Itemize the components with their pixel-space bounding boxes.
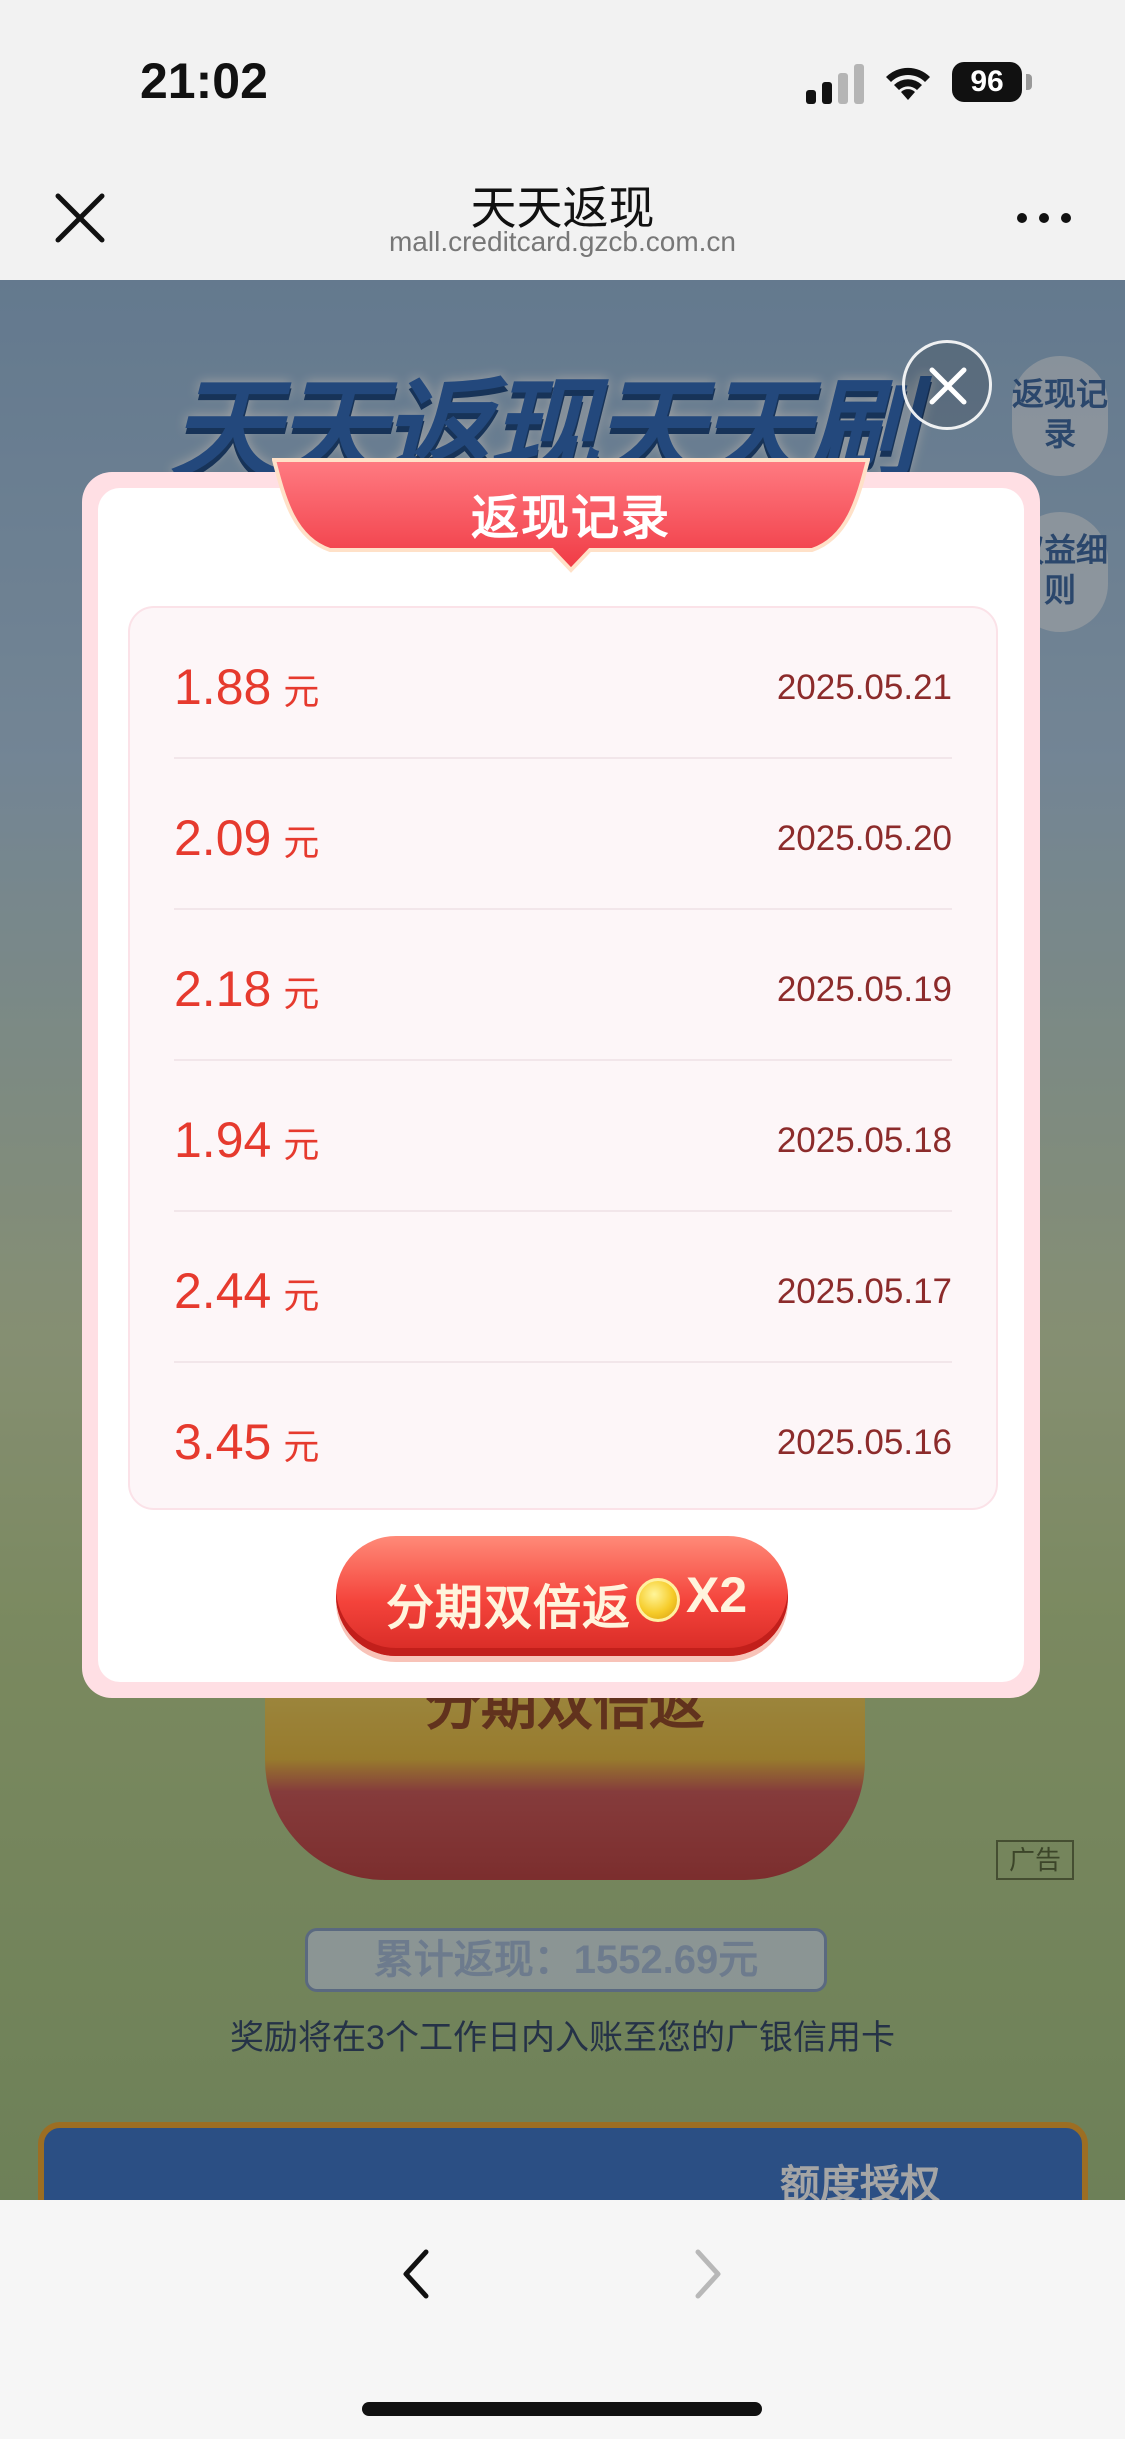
amount-unit: 元 bbox=[283, 671, 320, 712]
battery-tip bbox=[1026, 74, 1032, 90]
home-indicator[interactable] bbox=[362, 2402, 762, 2416]
installment-double-cashback-button[interactable]: 分期双倍返 X2 bbox=[336, 1536, 788, 1656]
amount-value: 2.18 bbox=[174, 961, 272, 1017]
amount-unit: 元 bbox=[283, 1124, 320, 1165]
amount-value: 3.45 bbox=[174, 1414, 272, 1470]
status-time: 21:02 bbox=[140, 53, 268, 109]
amount-value: 2.09 bbox=[174, 810, 272, 866]
modal-title: 返现记录 bbox=[470, 492, 671, 545]
back-arrow-icon[interactable] bbox=[396, 2244, 436, 2304]
cta-multiplier: X2 bbox=[686, 1567, 748, 1623]
amount-unit: 元 bbox=[283, 1275, 320, 1316]
wifi-icon bbox=[886, 67, 930, 100]
record-amount: 2.44 元 bbox=[174, 1262, 319, 1320]
record-row: 1.94 元 2025.05.18 bbox=[174, 1061, 952, 1212]
modal-header-ribbon: 返现记录 bbox=[272, 458, 870, 578]
record-amount: 3.45 元 bbox=[174, 1413, 319, 1471]
record-row: 2.44 元 2025.05.17 bbox=[174, 1212, 952, 1363]
browser-nav-bar: 天天返现 mall.creditcard.gzcb.com.cn bbox=[0, 160, 1125, 280]
amount-unit: 元 bbox=[283, 973, 320, 1014]
record-row: 1.88 元 2025.05.21 bbox=[174, 608, 952, 759]
modal-close-button[interactable] bbox=[902, 340, 992, 430]
close-icon bbox=[929, 367, 967, 405]
cashback-record-list[interactable]: 1.88 元 2025.05.21 2.09 元 2025.05.20 2.18 元 … bbox=[128, 606, 998, 1510]
amount-value: 1.94 bbox=[174, 1112, 272, 1168]
record-amount: 1.88 元 bbox=[174, 658, 319, 716]
more-icon[interactable] bbox=[1016, 208, 1072, 228]
page-url: mall.creditcard.gzcb.com.cn bbox=[388, 226, 736, 257]
signal-icon bbox=[806, 64, 864, 104]
amount-unit: 元 bbox=[283, 822, 320, 863]
browser-toolbar bbox=[0, 2200, 1125, 2439]
record-amount: 2.09 元 bbox=[174, 809, 319, 867]
amount-value: 2.44 bbox=[174, 1263, 272, 1319]
record-amount: 1.94 元 bbox=[174, 1111, 319, 1169]
record-row: 2.18 元 2025.05.19 bbox=[174, 910, 952, 1061]
status-bar: 21:02 96 bbox=[0, 0, 1125, 160]
record-date: 2025.05.20 bbox=[776, 819, 952, 858]
record-row: 3.45 元 2025.05.16 bbox=[174, 1363, 952, 1514]
record-date: 2025.05.21 bbox=[776, 668, 952, 707]
coin-icon bbox=[636, 1578, 680, 1622]
record-date: 2025.05.18 bbox=[776, 1121, 952, 1160]
record-date: 2025.05.17 bbox=[776, 1272, 952, 1311]
record-date: 2025.05.19 bbox=[776, 970, 952, 1009]
cta-label: 分期双倍返 bbox=[386, 1582, 632, 1635]
battery-icon: 96 bbox=[952, 62, 1022, 102]
amount-unit: 元 bbox=[283, 1426, 320, 1467]
amount-value: 1.88 bbox=[174, 659, 272, 715]
record-date: 2025.05.16 bbox=[776, 1423, 952, 1462]
record-amount: 2.18 元 bbox=[174, 960, 319, 1018]
forward-arrow-icon[interactable] bbox=[688, 2244, 728, 2304]
record-row: 2.09 元 2025.05.20 bbox=[174, 759, 952, 910]
